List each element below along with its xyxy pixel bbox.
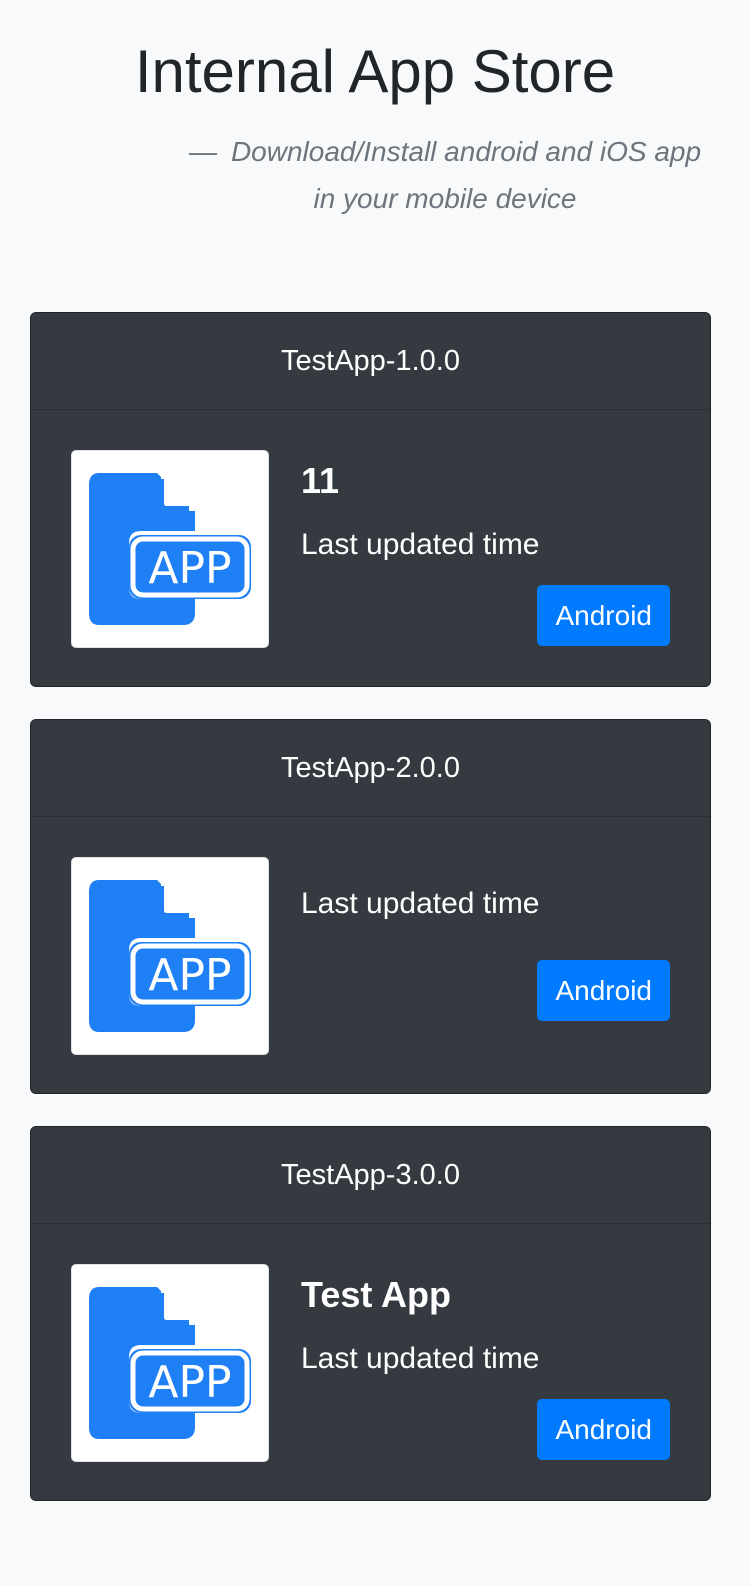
app-card: TestApp-3.0.0 APP Test App Last updated … [30, 1126, 711, 1501]
app-info: Test App Last updated time Android [301, 1264, 670, 1460]
app-thumbnail: APP [71, 1264, 269, 1462]
app-file-icon: APP [89, 1287, 251, 1439]
app-card: TestApp-1.0.0 APP 11 Last updated time A… [30, 312, 711, 687]
page-subtitle: — Download/Install android and iOS app in… [180, 128, 710, 222]
app-card-header: TestApp-3.0.0 [31, 1127, 710, 1224]
app-card-body: APP 11 Last updated time Android [31, 410, 710, 686]
app-file-icon: APP [89, 880, 251, 1032]
app-info: Last updated time Android [301, 857, 670, 1053]
svg-text:APP: APP [148, 950, 231, 1001]
page-header: Internal App Store — Download/Install and… [0, 0, 750, 222]
android-download-button[interactable]: Android [537, 585, 670, 646]
svg-text:APP: APP [148, 543, 231, 594]
android-download-button[interactable]: Android [537, 1399, 670, 1460]
app-thumbnail: APP [71, 450, 269, 648]
android-download-button[interactable]: Android [537, 960, 670, 1021]
subtitle-text: Download/Install android and iOS app in … [230, 136, 702, 214]
app-card-header: TestApp-2.0.0 [31, 720, 710, 817]
app-info: 11 Last updated time Android [301, 450, 670, 646]
app-thumbnail: APP [71, 857, 269, 1055]
app-name: 11 [301, 460, 340, 501]
last-updated-label: Last updated time [301, 1342, 540, 1375]
app-card-body: APP Test App Last updated time Android [31, 1224, 710, 1500]
last-updated-label: Last updated time [301, 887, 540, 920]
app-file-icon: APP [89, 473, 251, 625]
last-updated-label: Last updated time [301, 528, 540, 561]
page-title: Internal App Store [134, 38, 616, 105]
app-card-header: TestApp-1.0.0 [31, 313, 710, 410]
app-card-body: APP Last updated time Android [31, 817, 710, 1093]
app-card: TestApp-2.0.0 APP Last updated time Andr… [30, 719, 711, 1094]
app-card-list: TestApp-1.0.0 APP 11 Last updated time A… [30, 312, 711, 1533]
subtitle-dash: — [188, 136, 217, 167]
app-name: Test App [301, 1274, 451, 1315]
svg-text:APP: APP [148, 1357, 231, 1408]
